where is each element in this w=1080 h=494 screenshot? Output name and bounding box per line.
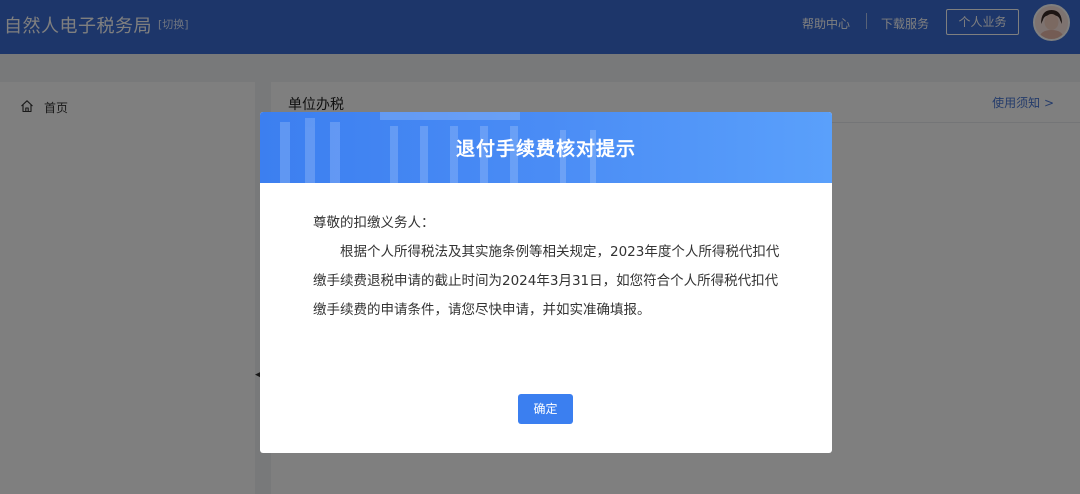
dialog-message: 根据个人所得税法及其实施条例等相关规定，2023年度个人所得税代扣代缴手续费退税… bbox=[313, 244, 780, 318]
dialog-greeting: 尊敬的扣缴义务人： bbox=[313, 215, 435, 231]
fee-check-dialog: 退付手续费核对提示 尊敬的扣缴义务人： 根据个人所得税法及其实施条例等相关规定，… bbox=[260, 112, 832, 453]
dialog-title: 退付手续费核对提示 bbox=[455, 138, 636, 160]
dialog-body: 尊敬的扣缴义务人： 根据个人所得税法及其实施条例等相关规定，2023年度个人所得… bbox=[313, 209, 783, 325]
dialog-header: 退付手续费核对提示 bbox=[260, 112, 832, 183]
page: 自然人电子税务局 [切换] 帮助中心 下载服务 个人业务 首页 ◀ 单位办税 使… bbox=[0, 0, 1080, 494]
confirm-button[interactable]: 确定 bbox=[518, 394, 573, 424]
